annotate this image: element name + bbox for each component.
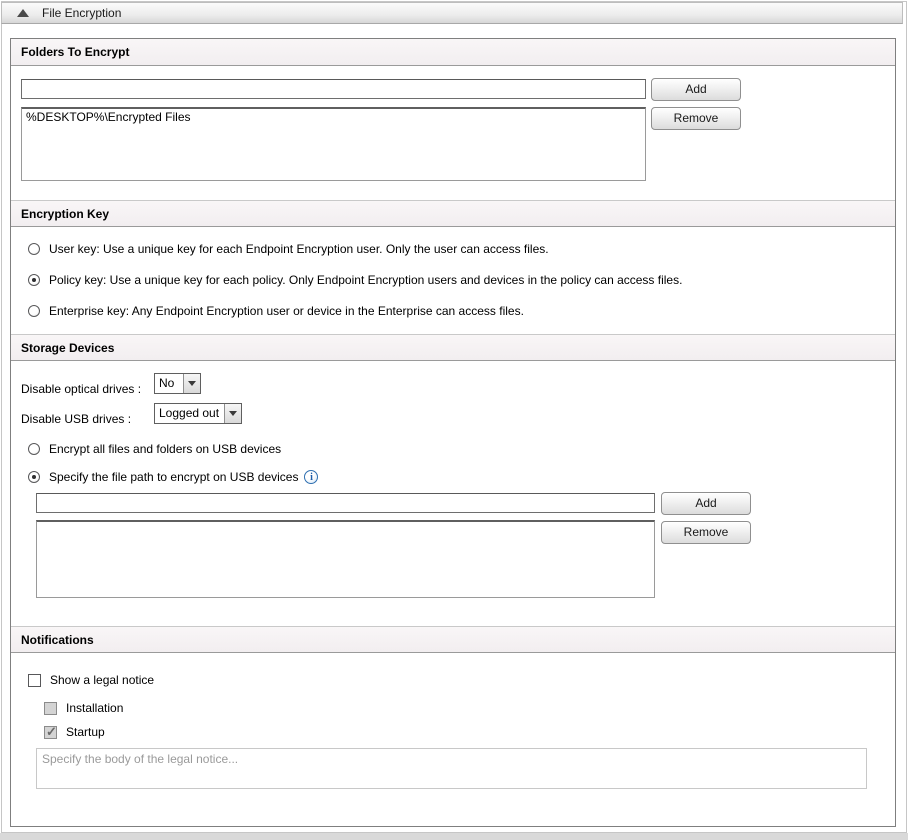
disable-usb-label: Disable USB drives : (21, 412, 131, 426)
enterprise-key-label: Enterprise key: Any Endpoint Encryption … (49, 304, 524, 318)
disable-optical-dropdown[interactable]: No (154, 373, 201, 394)
folders-listbox[interactable]: %DESKTOP%\Encrypted Files (21, 107, 646, 181)
chevron-down-icon (229, 411, 237, 416)
storage-remove-button[interactable]: Remove (661, 521, 751, 544)
encryption-key-section-body: User key: Use a unique key for each Endp… (11, 227, 895, 334)
policy-key-label: Policy key: Use a unique key for each po… (49, 273, 682, 287)
notifications-section-body: Show a legal notice Installation Startup (11, 653, 895, 823)
file-encryption-settings-panel: Folders To Encrypt Add %DESKTOP%\Encrypt… (10, 38, 896, 827)
legal-notice-label: Show a legal notice (50, 673, 154, 687)
storage-section-body: Disable optical drives : No Disable USB … (11, 361, 895, 626)
enterprise-key-radio[interactable] (28, 305, 40, 317)
user-key-label: User key: Use a unique key for each Endp… (49, 242, 549, 256)
disable-optical-label: Disable optical drives : (21, 382, 141, 396)
usb-path-input[interactable] (36, 493, 655, 513)
startup-checkbox (44, 726, 57, 739)
user-key-radio-row[interactable]: User key: Use a unique key for each Endp… (28, 242, 549, 256)
disable-optical-value: No (155, 374, 183, 393)
specify-usb-path-radio-row[interactable]: Specify the file path to encrypt on USB … (28, 470, 318, 484)
legal-notice-checkbox[interactable] (28, 674, 41, 687)
folders-list-item[interactable]: %DESKTOP%\Encrypted Files (22, 109, 645, 125)
disable-usb-value: Logged out (155, 404, 224, 423)
folders-section-body: Add %DESKTOP%\Encrypted Files Remove (11, 66, 895, 200)
folders-section-header: Folders To Encrypt (11, 39, 895, 66)
encrypt-all-usb-radio-row[interactable]: Encrypt all files and folders on USB dev… (28, 442, 281, 456)
folder-path-input[interactable] (21, 79, 646, 99)
notifications-section-header: Notifications (11, 626, 895, 653)
installation-label: Installation (66, 701, 123, 715)
startup-check-row: Startup (44, 725, 105, 739)
disable-usb-dropdown[interactable]: Logged out (154, 403, 242, 424)
encryption-key-section-header: Encryption Key (11, 200, 895, 227)
usb-path-listbox[interactable] (36, 520, 655, 598)
chevron-down-icon (188, 381, 196, 386)
user-key-radio[interactable] (28, 243, 40, 255)
dropdown-button[interactable] (224, 404, 241, 423)
legal-notice-body-textarea[interactable] (36, 748, 867, 789)
specify-usb-path-radio[interactable] (28, 471, 40, 483)
collapse-triangle-icon[interactable] (17, 9, 29, 17)
section-collapse-header[interactable]: File Encryption (1, 2, 903, 24)
folders-remove-button[interactable]: Remove (651, 107, 741, 130)
page-title: File Encryption (42, 6, 121, 20)
storage-section-header: Storage Devices (11, 334, 895, 361)
storage-add-button[interactable]: Add (661, 492, 751, 515)
startup-label: Startup (66, 725, 105, 739)
folders-add-button[interactable]: Add (651, 78, 741, 101)
installation-check-row: Installation (44, 701, 123, 715)
info-icon[interactable]: i (304, 470, 318, 484)
policy-key-radio[interactable] (28, 274, 40, 286)
page-bottom-strip (0, 833, 908, 840)
encrypt-all-usb-radio[interactable] (28, 443, 40, 455)
enterprise-key-radio-row[interactable]: Enterprise key: Any Endpoint Encryption … (28, 304, 524, 318)
legal-notice-check-row[interactable]: Show a legal notice (28, 673, 154, 687)
specify-usb-path-label: Specify the file path to encrypt on USB … (49, 470, 298, 484)
policy-key-radio-row[interactable]: Policy key: Use a unique key for each po… (28, 273, 682, 287)
dropdown-button[interactable] (183, 374, 200, 393)
installation-checkbox (44, 702, 57, 715)
encrypt-all-usb-label: Encrypt all files and folders on USB dev… (49, 442, 281, 456)
